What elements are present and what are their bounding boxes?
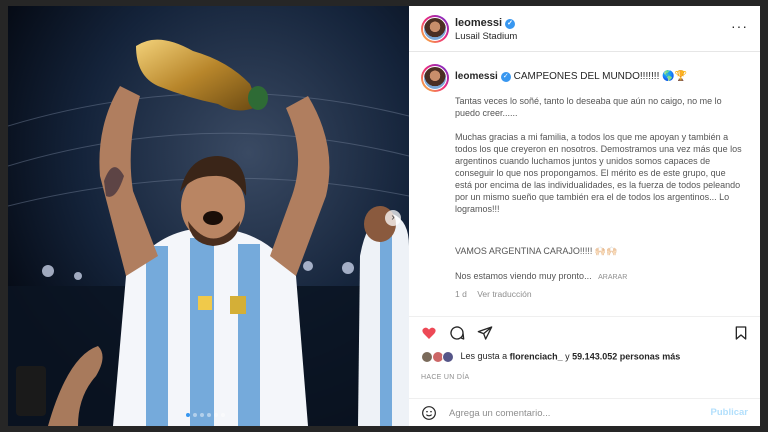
comment-icon[interactable] (449, 325, 465, 341)
caption-headline-emoji: 🌎🏆 (662, 71, 688, 82)
verified-icon: ✓ (505, 19, 516, 29)
location-link[interactable]: Lusail Stadium (455, 31, 517, 42)
likes-prefix: Les gusta a (460, 351, 508, 362)
carousel-dot (200, 413, 204, 417)
action-bar (409, 316, 760, 344)
more-options-icon[interactable]: ··· (731, 18, 748, 34)
carousel-dot (214, 413, 218, 417)
likes-count[interactable]: 59.143.052 personas más (572, 351, 680, 361)
carousel-dot (207, 413, 211, 417)
heart-icon[interactable] (421, 325, 437, 341)
carousel-dot-active (186, 413, 190, 417)
post-header: leomessi ✓ Lusail Stadium ··· (409, 6, 760, 52)
caption-headline: leomessi ✓ CAMPEONES DEL MUNDO!!!!!!! 🌎🏆 (455, 71, 687, 82)
caption-paragraph: Muchas gracias a mi familia, a todos los… (455, 132, 742, 214)
carousel-dot (221, 413, 225, 417)
comment-input[interactable] (449, 405, 699, 421)
caption-meta: 1 d Ver traducción (455, 289, 540, 299)
caption-headline-text: CAMPEONES DEL MUNDO!!!!!!! (513, 71, 660, 82)
see-translation-link[interactable]: Ver traducción (477, 289, 531, 299)
username-text[interactable]: leomessi (455, 17, 502, 29)
verified-icon: ✓ (500, 72, 511, 82)
caption-username[interactable]: leomessi (455, 71, 498, 82)
caption-paragraph-last: Nos estamos viendo muy pronto... ARARAR (455, 270, 745, 284)
instagram-post-modal: › leomessi ✓ Lusail Stadium ··· leomessi ✓… (0, 0, 768, 432)
caption-area: leomessi ✓ CAMPEONES DEL MUNDO!!!!!!! 🌎🏆 … (409, 58, 760, 308)
post-age: 1 d (455, 289, 467, 299)
caption-paragraph-text: Nos estamos viendo muy pronto... (455, 271, 592, 281)
likes-summary: Les gusta a florenciach_ y 59.143.052 pe… (421, 351, 680, 363)
avatar-image (423, 66, 447, 90)
emoji-icon[interactable] (421, 405, 437, 421)
publish-button[interactable]: Publicar (711, 407, 749, 418)
avatar[interactable] (421, 15, 449, 43)
caption-paragraph: Tantas veces lo soñé, tanto lo deseaba q… (455, 96, 722, 118)
photo-messi-world-cup (8, 6, 409, 426)
carousel-dot (193, 413, 197, 417)
share-icon[interactable] (477, 325, 493, 341)
post-timestamp: HACE UN DÍA (421, 374, 470, 381)
bookmark-icon[interactable] (733, 325, 749, 341)
translate-inline-link[interactable]: ARARAR (598, 274, 627, 281)
post-photo[interactable]: › (8, 6, 409, 426)
caption-paragraph: VAMOS ARGENTINA CARAJO!!!!! 🙌🏻🙌🏻 (455, 246, 618, 256)
comment-bar: Publicar (409, 398, 760, 426)
post-side-panel: leomessi ✓ Lusail Stadium ··· leomessi ✓ C… (409, 6, 760, 426)
avatar-image (423, 17, 447, 41)
caption-avatar[interactable] (421, 64, 449, 92)
likes-joiner: y (565, 351, 570, 362)
carousel-dots (186, 404, 228, 422)
next-arrow-icon[interactable]: › (385, 210, 401, 226)
liker-avatar (442, 351, 455, 363)
likes-first-user[interactable]: florenciach_ (510, 351, 563, 361)
header-username[interactable]: leomessi ✓ (455, 17, 516, 29)
